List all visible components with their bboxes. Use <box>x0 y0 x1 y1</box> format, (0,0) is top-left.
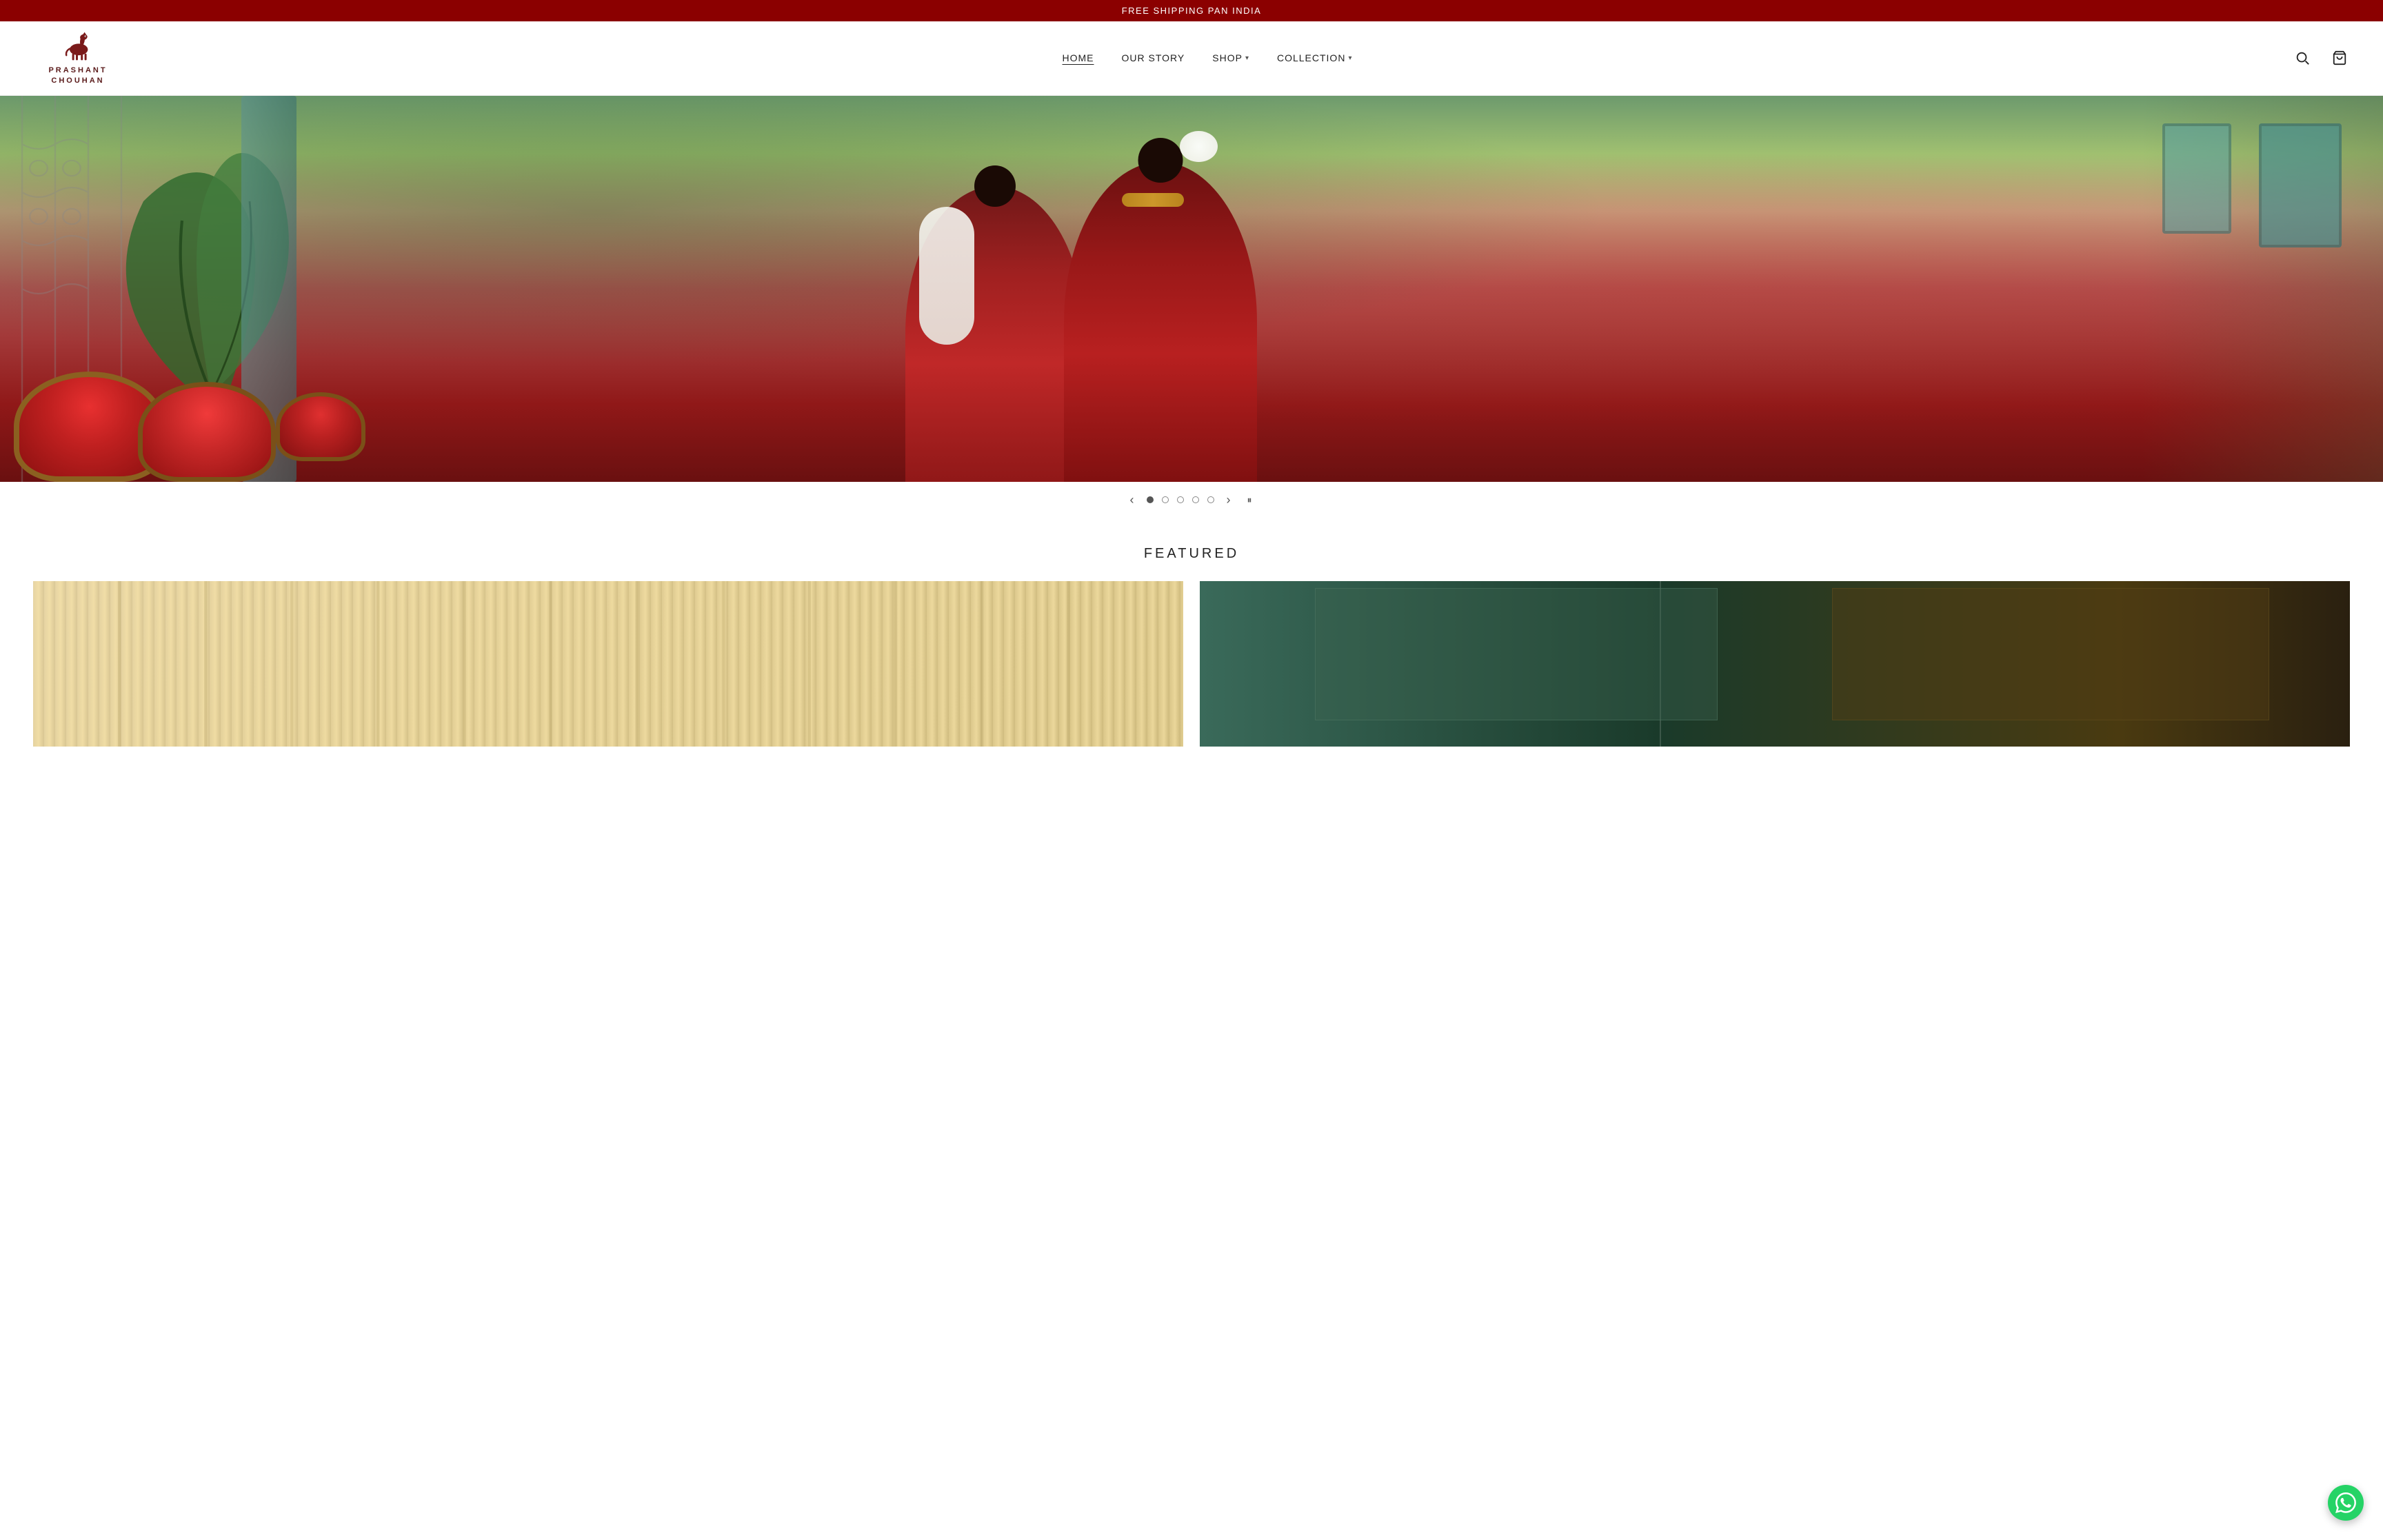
nav-home[interactable]: HOME <box>1063 52 1094 63</box>
card-2-panel <box>1832 588 2269 720</box>
hero-figures <box>905 134 1285 482</box>
collection-chevron-icon: ▾ <box>1348 54 1352 62</box>
whatsapp-button[interactable] <box>2328 1485 2364 1521</box>
announcement-bar: FREE SHIPPING PAN INDIA <box>0 0 2383 21</box>
hero-image <box>0 96 2383 482</box>
announcement-text: FREE SHIPPING PAN INDIA <box>1122 6 1262 16</box>
featured-section: FEATURED <box>0 518 2383 760</box>
featured-card-2[interactable] <box>1200 581 2350 747</box>
slider-dot-3[interactable] <box>1192 496 1199 503</box>
slider-prev-button[interactable]: ‹ <box>1126 492 1138 509</box>
slider-pause-button[interactable]: ⏸ <box>1243 493 1258 507</box>
slider-dot-2[interactable] <box>1177 496 1184 503</box>
search-button[interactable] <box>2292 48 2313 68</box>
cart-icon <box>2332 50 2347 65</box>
main-nav: HOME OUR STORY SHOP ▾ COLLECTION ▾ <box>1063 52 1353 63</box>
slider-dot-0[interactable] <box>1147 496 1154 503</box>
whatsapp-icon <box>2335 1492 2356 1513</box>
site-header: PRASHANT CHOUHAN HOME OUR STORY SHOP ▾ C… <box>0 21 2383 96</box>
nav-collection[interactable]: COLLECTION ▾ <box>1277 52 1353 63</box>
cart-button[interactable] <box>2329 48 2350 68</box>
pause-icon: ⏸ <box>1247 494 1254 506</box>
card-2-door <box>1315 588 1718 720</box>
header-icons <box>2292 48 2350 68</box>
hero-slider <box>0 96 2383 482</box>
shop-chevron-icon: ▾ <box>1245 54 1249 62</box>
slider-next-button[interactable]: › <box>1223 492 1235 509</box>
nav-shop[interactable]: SHOP ▾ <box>1212 52 1249 63</box>
slider-dot-1[interactable] <box>1162 496 1169 503</box>
nav-our-story[interactable]: OUR STORY <box>1122 52 1185 63</box>
brand-name: PRASHANT CHOUHAN <box>48 65 107 87</box>
featured-title: FEATURED <box>33 546 2350 562</box>
slider-dot-4[interactable] <box>1207 496 1214 503</box>
slider-controls: ‹ › ⏸ <box>0 482 2383 518</box>
featured-grid <box>33 581 2350 747</box>
logo[interactable]: PRASHANT CHOUHAN <box>33 30 123 87</box>
flower-baskets <box>0 358 400 482</box>
featured-card-1[interactable] <box>33 581 1183 747</box>
horse-icon <box>61 30 94 63</box>
curtain-folds <box>33 581 1183 747</box>
search-icon <box>2295 50 2310 65</box>
